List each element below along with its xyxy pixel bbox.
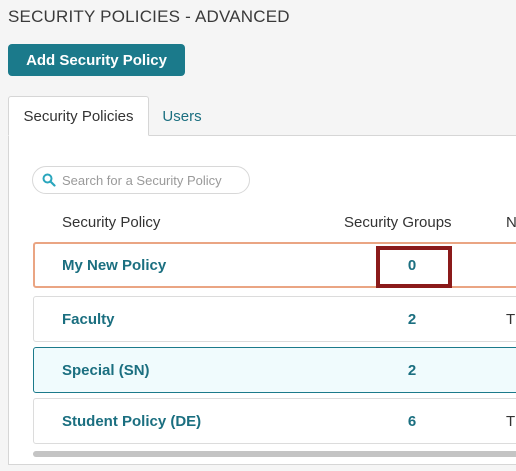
tab-users[interactable]: Users: [150, 96, 214, 136]
search-icon: [42, 173, 56, 187]
policy-name-link[interactable]: My New Policy: [62, 244, 166, 286]
column-header-truncated[interactable]: N: [506, 214, 516, 231]
row-extra-cell: T: [506, 310, 516, 328]
table-row[interactable]: Student Policy (DE) 6 T: [33, 398, 516, 444]
row-extra-cell: T: [506, 412, 516, 430]
search-box[interactable]: [32, 166, 250, 194]
security-groups-count[interactable]: 0: [402, 244, 422, 286]
tab-security-policies[interactable]: Security Policies: [8, 96, 149, 136]
horizontal-scrollbar[interactable]: [33, 451, 516, 457]
policy-name-link[interactable]: Student Policy (DE): [62, 399, 201, 443]
policy-name-link[interactable]: Faculty: [62, 297, 115, 341]
column-header-security-groups[interactable]: Security Groups: [344, 214, 452, 231]
table-row[interactable]: Faculty 2 T: [33, 296, 516, 342]
security-groups-count[interactable]: 2: [402, 297, 422, 341]
column-header-security-policy[interactable]: Security Policy: [62, 214, 160, 231]
table-row[interactable]: My New Policy 0: [33, 242, 516, 288]
page-title: SECURITY POLICIES - ADVANCED: [8, 7, 290, 26]
security-groups-count[interactable]: 2: [402, 348, 422, 392]
add-security-policy-button[interactable]: Add Security Policy: [8, 44, 185, 76]
search-input[interactable]: [62, 172, 242, 188]
scrollbar-thumb[interactable]: [33, 451, 516, 457]
table-row[interactable]: Special (SN) 2: [33, 347, 516, 393]
security-groups-count[interactable]: 6: [402, 399, 422, 443]
policy-name-link[interactable]: Special (SN): [62, 348, 150, 392]
